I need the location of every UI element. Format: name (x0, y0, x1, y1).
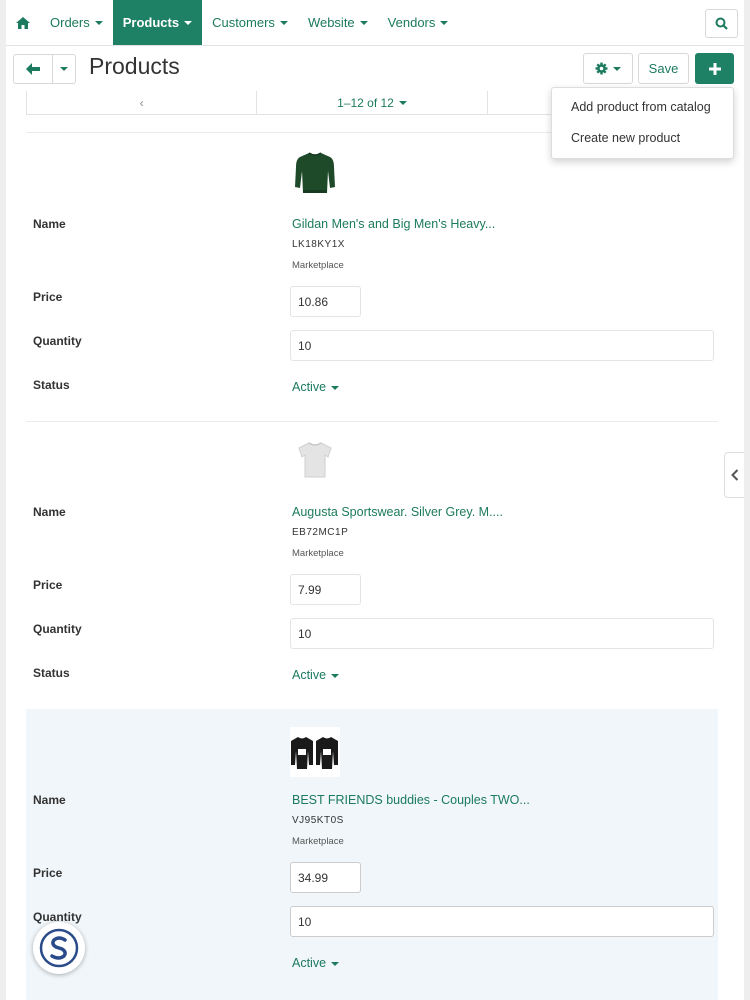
price-input[interactable]: 7.99 (290, 574, 361, 605)
quantity-input[interactable]: 10 (290, 330, 714, 361)
name-label: Name (33, 793, 66, 807)
menu-item-add-from-catalog[interactable]: Add product from catalog (571, 100, 711, 114)
caret-down-icon (279, 20, 288, 25)
arrow-left-icon (26, 63, 40, 75)
price-label: Price (33, 866, 63, 880)
quantity-input[interactable]: 10 (290, 618, 714, 649)
product-source: Marketplace (292, 836, 344, 847)
previous-page-button[interactable]: ‹ (27, 91, 258, 114)
status-dropdown[interactable]: Active (292, 668, 340, 682)
nav-vendors-label: Vendors (387, 15, 436, 30)
add-product-menu: Add product from catalog Create new prod… (551, 87, 734, 159)
product-card: Name BEST FRIENDS buddies - Couples TWO.… (26, 709, 718, 1000)
add-product-button[interactable] (695, 53, 734, 84)
price-input[interactable]: 34.99 (290, 862, 361, 893)
price-input[interactable]: 10.86 (290, 286, 361, 317)
status-dropdown[interactable]: Active (292, 380, 340, 394)
page-title: Products (89, 53, 180, 79)
nav-customers[interactable]: Customers (202, 0, 298, 45)
page-range-dropdown[interactable]: 1–12 of 12 (257, 91, 488, 114)
tshirt-image (298, 442, 332, 478)
search-icon (715, 17, 728, 30)
quantity-input[interactable]: 10 (290, 906, 714, 937)
name-label: Name (33, 217, 66, 231)
page-header: Products Save (6, 47, 744, 91)
sweatshirt-image (295, 152, 335, 193)
product-sku: EB72MC1P (292, 527, 349, 538)
menu-item-create-new-product[interactable]: Create new product (571, 131, 680, 145)
status-label: Status (33, 378, 70, 392)
home-button[interactable] (6, 0, 40, 45)
product-source: Marketplace (292, 260, 344, 271)
status-value: Active (292, 380, 327, 394)
settings-dropdown-button[interactable] (583, 53, 633, 84)
caret-down-icon (398, 100, 407, 105)
nav-website-label: Website (307, 15, 355, 30)
status-value: Active (292, 956, 327, 970)
home-icon (16, 16, 30, 29)
nav-products-label: Products (122, 15, 180, 30)
caret-down-icon (331, 385, 340, 390)
back-history-dropdown[interactable] (52, 54, 76, 84)
status-label: Status (33, 666, 70, 680)
plus-icon (708, 62, 721, 75)
app-frame: Orders Products Customers Website Vendor… (6, 0, 744, 1000)
quantity-label: Quantity (33, 622, 82, 636)
product-image[interactable] (290, 147, 340, 197)
product-name-link[interactable]: Augusta Sportswear. Silver Grey. M.... (292, 505, 503, 519)
caret-down-icon (613, 66, 621, 71)
product-sku: LK18KY1X (292, 239, 345, 250)
product-card: Name Gildan Men's and Big Men's Heavy...… (26, 133, 718, 421)
product-source: Marketplace (292, 548, 344, 559)
chevron-left-icon (730, 469, 738, 481)
caret-down-icon (440, 20, 449, 25)
product-name-link[interactable]: Gildan Men's and Big Men's Heavy... (292, 217, 495, 231)
caret-down-icon (60, 67, 68, 71)
back-button[interactable] (13, 54, 53, 84)
gear-icon (595, 62, 608, 75)
price-label: Price (33, 290, 63, 304)
nav-orders[interactable]: Orders (40, 0, 113, 45)
status-value: Active (292, 668, 327, 682)
caret-down-icon (331, 673, 340, 678)
status-dropdown[interactable]: Active (292, 956, 340, 970)
caret-down-icon (94, 20, 103, 25)
caret-down-icon (184, 20, 193, 25)
top-navbar: Orders Products Customers Website Vendor… (6, 0, 744, 46)
nav-vendors[interactable]: Vendors (378, 0, 459, 45)
price-label: Price (33, 578, 63, 592)
logo-icon (39, 928, 79, 968)
jackets-image (290, 727, 340, 777)
quantity-label: Quantity (33, 334, 82, 348)
brand-logo[interactable] (33, 922, 85, 974)
nav-products[interactable]: Products (112, 0, 203, 45)
nav-orders-label: Orders (50, 15, 90, 30)
side-panel-toggle[interactable] (724, 452, 744, 498)
nav-customers-label: Customers (212, 15, 275, 30)
caret-down-icon (331, 961, 340, 966)
product-sku: VJ95KT0S (292, 815, 344, 826)
page-range-label: 1–12 of 12 (337, 95, 394, 110)
name-label: Name (33, 505, 66, 519)
product-name-link[interactable]: BEST FRIENDS buddies - Couples TWO... (292, 793, 530, 807)
nav-website[interactable]: Website (298, 0, 378, 45)
save-button[interactable]: Save (638, 53, 689, 84)
product-list: ‹ 1–12 of 12 Name Gildan Men's and Big M… (6, 91, 744, 1000)
caret-down-icon (359, 20, 368, 25)
product-image[interactable] (290, 727, 340, 777)
search-button[interactable] (705, 9, 738, 38)
product-image[interactable] (290, 435, 340, 485)
product-card: Name Augusta Sportswear. Silver Grey. M.… (26, 421, 718, 709)
